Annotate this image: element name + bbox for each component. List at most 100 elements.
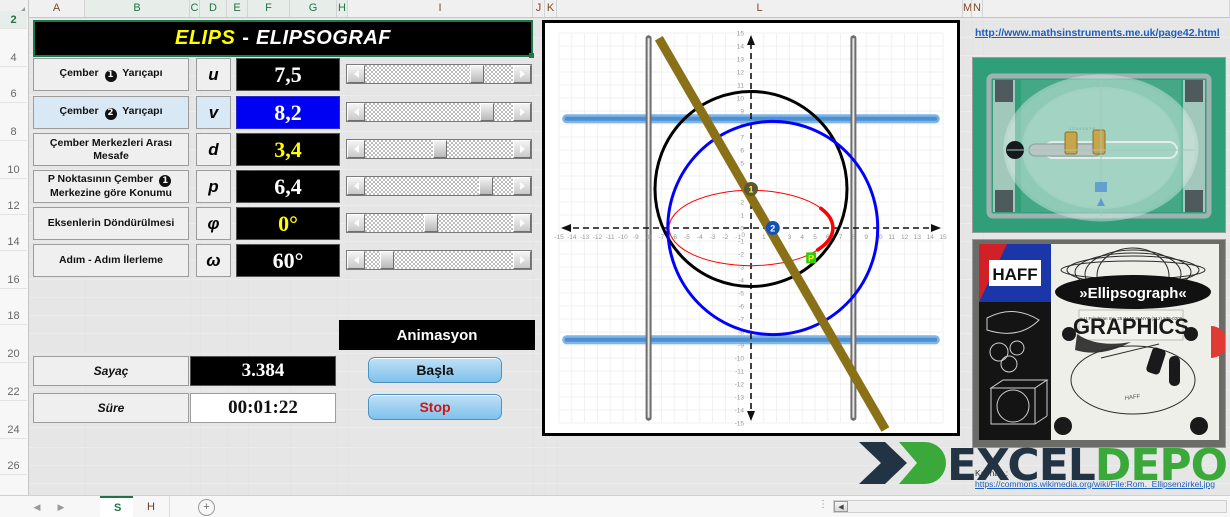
column-header-J[interactable]: J [533,0,545,17]
svg-text:-4: -4 [697,234,703,241]
scroll-left-button[interactable]: ◀ [834,501,848,512]
parameter-label-φ[interactable]: Eksenlerin Döndürülmesi [33,207,189,240]
parameter-label-ω[interactable]: Adım - Adım İlerleme [33,244,189,277]
column-header-N[interactable]: N [972,0,983,17]
slider-left-arrow-icon[interactable] [347,214,365,232]
slider-left-arrow-icon[interactable] [347,140,365,158]
slider-thumb[interactable] [424,214,438,232]
svg-text:-2: -2 [723,234,729,241]
slider-left-arrow-icon[interactable] [347,177,365,195]
chart-svg: -15-14-13-12-11-10-9-8-7-6-5-4-3-2-11234… [545,23,957,433]
row-header-22[interactable]: 22 [0,383,27,401]
parameter-label-u[interactable]: Çember 1 Yarıçapı [33,58,189,91]
column-header-G[interactable]: G [290,0,337,17]
parameter-slider-φ[interactable] [346,213,532,233]
start-button[interactable]: Başla [368,357,502,383]
add-sheet-button[interactable]: + [198,499,215,516]
ellipsograph-chart[interactable]: -15-14-13-12-11-10-9-8-7-6-5-4-3-2-11234… [542,20,960,436]
grid-column-divider [963,17,964,495]
column-header-D[interactable]: D [200,0,227,17]
slider-right-arrow-icon[interactable] [513,140,531,158]
banner-title-secondary: ELIPSOGRAF [255,27,391,49]
slider-track[interactable] [347,103,531,121]
column-header-I[interactable]: I [348,0,533,17]
slider-right-arrow-icon[interactable] [513,251,531,269]
badge-circle-2: 2 [104,107,117,120]
slider-thumb[interactable] [480,103,494,121]
slider-thumb[interactable] [470,65,484,83]
row-header-12[interactable]: 12 [0,197,27,215]
badge-circle-1: 1 [159,175,172,188]
svg-text:13: 13 [914,234,922,241]
slider-track[interactable] [347,251,531,269]
stop-button[interactable]: Stop [368,394,502,420]
parameter-slider-v[interactable] [346,102,532,122]
source-link[interactable]: https://commons.wikimedia.org/wiki/File:… [975,479,1215,489]
svg-text:7: 7 [740,134,744,141]
parameter-slider-ω[interactable] [346,250,532,270]
svg-text:A.U.Friedman Inc. 25 W 45 St N: A.U.Friedman Inc. 25 W 45 St NYC (212) 5… [1080,316,1183,321]
svg-text:8: 8 [852,234,856,241]
slider-thumb[interactable] [433,140,447,158]
column-header-H[interactable]: H [337,0,348,17]
column-header-F[interactable]: F [248,0,290,17]
svg-text:13: 13 [737,56,745,63]
slider-right-arrow-icon[interactable] [513,65,531,83]
parameter-label-p[interactable]: P Noktasının Çember 1 Merkezine göre Kon… [33,170,189,203]
row-header-24[interactable]: 24 [0,421,27,439]
parameter-value-φ: 0° [236,207,340,240]
sheet-tab-s[interactable]: S [100,496,137,517]
column-header-C[interactable]: C [190,0,200,17]
column-header-L[interactable]: L [557,0,963,17]
slider-right-arrow-icon[interactable] [513,177,531,195]
column-header-undefined[interactable] [983,0,1230,17]
grid-column-divider [533,17,534,495]
slider-track[interactable] [347,65,531,83]
row-header-16[interactable]: 16 [0,271,27,289]
slider-right-arrow-icon[interactable] [513,214,531,232]
row-header-2[interactable]: 2 [0,11,27,29]
column-header-E[interactable]: E [227,0,248,17]
sheet-tab-h[interactable]: H [133,496,170,517]
parameter-value-v: 8,2 [236,96,340,129]
pane-split-handle[interactable]: ⋮ [818,500,828,510]
slider-left-arrow-icon[interactable] [347,65,365,83]
parameter-slider-d[interactable] [346,139,532,159]
slider-thumb[interactable] [479,177,493,195]
point-label-2: 2 [770,223,775,233]
row-header-20[interactable]: 20 [0,345,27,363]
selection-handle[interactable] [529,53,534,58]
slider-left-arrow-icon[interactable] [347,103,365,121]
parameter-slider-p[interactable] [346,176,532,196]
slider-track[interactable] [347,214,531,232]
row-header-6[interactable]: 6 [0,85,27,103]
parameter-label-v[interactable]: Çember 2 Yarıçapı [33,96,189,129]
parameter-value-p: 6,4 [236,170,340,203]
parameter-label-d[interactable]: Çember Merkezleri Arası Mesafe [33,133,189,166]
parameter-slider-u[interactable] [346,64,532,84]
row-header-14[interactable]: 14 [0,233,27,251]
slider-thumb[interactable] [380,251,394,269]
column-header-M[interactable]: M [963,0,972,17]
svg-text:3: 3 [788,234,792,241]
slider-right-arrow-icon[interactable] [513,103,531,121]
slider-left-arrow-icon[interactable] [347,251,365,269]
column-header-K[interactable]: K [545,0,557,17]
parameter-symbol-u: u [196,58,231,91]
horizontal-scrollbar[interactable] [833,500,1227,513]
banner-separator: - [242,27,249,49]
source-caption: Kaynak : https://commons.wikimedia.org/w… [975,468,1225,489]
row-header-18[interactable]: 18 [0,307,27,325]
parameter-value-d: 3,4 [236,133,340,166]
row-header-4[interactable]: 4 [0,49,27,67]
column-header-A[interactable]: A [29,0,85,17]
sheet-nav-next[interactable]: ▶ [54,500,68,514]
column-header-B[interactable]: B [85,0,190,17]
row-header-10[interactable]: 10 [0,161,27,179]
slider-track[interactable] [347,177,531,195]
row-header-26[interactable]: 26 [0,457,27,475]
sheet-nav-prev[interactable]: ◀ [30,500,44,514]
mathsinstruments-link[interactable]: http://www.mathsinstruments.me.uk/page42… [975,27,1227,39]
parameter-value-ω: 60° [236,244,340,277]
row-header-8[interactable]: 8 [0,123,27,141]
